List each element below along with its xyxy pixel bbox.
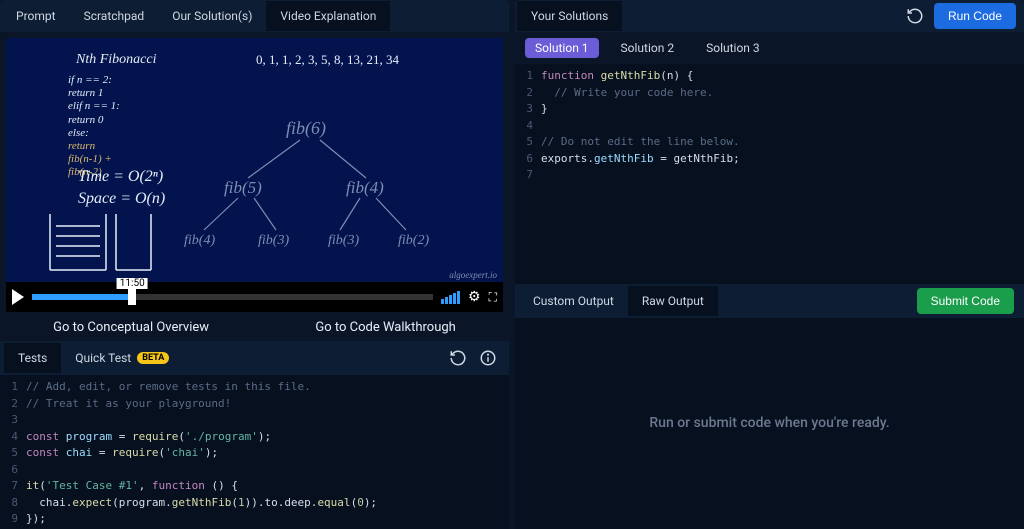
- stack-diagram: [46, 214, 156, 276]
- conceptual-link[interactable]: Go to Conceptual Overview: [53, 320, 209, 335]
- top-tab-scratchpad[interactable]: Scratchpad: [70, 1, 159, 31]
- tab-custom-output[interactable]: Custom Output: [519, 286, 628, 316]
- video-player: Nth Fibonacci 0, 1, 1, 2, 3, 5, 8, 13, 2…: [6, 38, 503, 312]
- timecode: 11:50: [117, 278, 148, 289]
- tree-edges: [176, 136, 456, 236]
- tests-tabs: Tests Quick TestBETA: [0, 341, 509, 375]
- fullscreen-icon[interactable]: ⛶: [489, 290, 497, 305]
- watermark: algoexpert.io: [449, 270, 497, 280]
- pseudocode: if n == 2: return 1elif n == 1: return 0…: [68, 74, 120, 140]
- video-links: Go to Conceptual Overview Go to Code Wal…: [0, 318, 509, 341]
- play-button[interactable]: [12, 289, 24, 305]
- tab-raw-output[interactable]: Raw Output: [628, 286, 718, 316]
- walkthrough-link[interactable]: Go to Code Walkthrough: [315, 320, 455, 335]
- output-area: Run or submit code when you're ready.: [515, 318, 1024, 529]
- left-top-tabs: PromptScratchpadOur Solution(s)Video Exp…: [0, 0, 509, 32]
- reset-solution-icon[interactable]: [904, 5, 926, 27]
- solution-tab-2[interactable]: Solution 2: [611, 38, 685, 58]
- solution-editor[interactable]: 1function getNthFib(n) {2 // Write your …: [515, 64, 1024, 284]
- top-tab-video-explanation[interactable]: Video Explanation: [266, 1, 390, 31]
- solution-tab-1[interactable]: Solution 1: [525, 38, 599, 58]
- top-tab-prompt[interactable]: Prompt: [2, 1, 70, 31]
- reset-tests-icon[interactable]: [447, 347, 469, 369]
- settings-icon[interactable]: ⚙: [468, 289, 481, 305]
- video-progress[interactable]: 11:50: [32, 294, 433, 300]
- solution-tab-3[interactable]: Solution 3: [696, 38, 770, 58]
- video-canvas: Nth Fibonacci 0, 1, 1, 2, 3, 5, 8, 13, 2…: [6, 38, 503, 282]
- tab-quick-test[interactable]: Quick TestBETA: [61, 343, 183, 373]
- submit-code-button[interactable]: Submit Code: [917, 288, 1014, 314]
- tab-tests[interactable]: Tests: [4, 343, 61, 373]
- output-placeholder: Run or submit code when you're ready.: [649, 415, 889, 431]
- solution-tabs: Solution 1 Solution 2 Solution 3: [515, 32, 1024, 64]
- right-panel: Your Solutions Run Code Solution 1Soluti…: [515, 0, 1024, 529]
- volume-icon[interactable]: [441, 291, 460, 304]
- video-controls: 11:50 ⚙ ⛶: [6, 282, 503, 312]
- info-icon[interactable]: [477, 347, 499, 369]
- run-code-button[interactable]: Run Code: [934, 3, 1016, 29]
- time-complexity: Time = O(2ⁿ): [78, 168, 163, 186]
- beta-badge: BETA: [137, 352, 169, 364]
- your-solutions-label: Your Solutions: [517, 1, 622, 31]
- right-header: Your Solutions Run Code: [515, 0, 1024, 32]
- top-tab-our-solution-s-[interactable]: Our Solution(s): [158, 1, 266, 31]
- output-tabs: Custom Output Raw Output Submit Code: [515, 284, 1024, 318]
- sequence: 0, 1, 1, 2, 3, 5, 8, 13, 21, 34: [256, 52, 399, 68]
- video-title: Nth Fibonacci: [76, 52, 157, 68]
- left-panel: PromptScratchpadOur Solution(s)Video Exp…: [0, 0, 509, 529]
- space-complexity: Space = O(n): [78, 190, 165, 208]
- tests-editor[interactable]: 1// Add, edit, or remove tests in this f…: [0, 375, 509, 529]
